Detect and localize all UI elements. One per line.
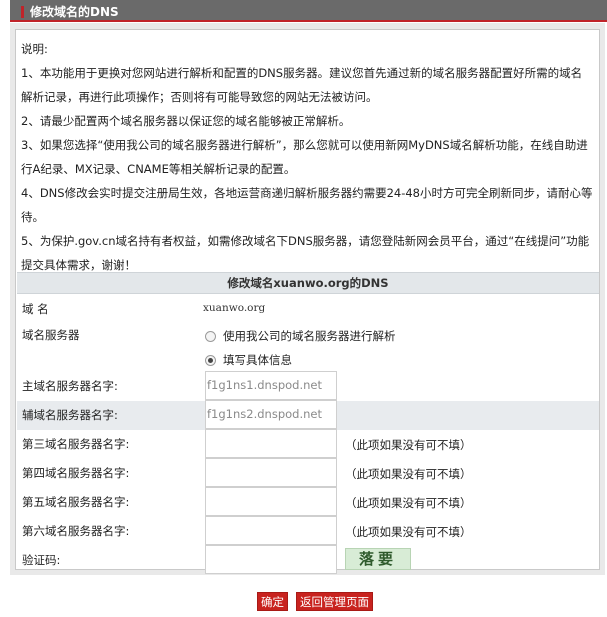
content-frame: 说明: 1、本功能用于更换对您网站进行解析和配置的DNS服务器。建议您首先通过新…: [10, 23, 605, 575]
ns1-label: 主域名服务器名字:: [22, 379, 118, 393]
form-section-title: 修改域名xuanwo.org的DNS: [17, 272, 599, 294]
captcha-row: 验证码: 落要: [17, 545, 599, 575]
ns3-label: 第三域名服务器名字:: [22, 437, 130, 451]
ns6-hint: （此项如果没有可不填）: [345, 525, 472, 539]
ns2-input[interactable]: f1g1ns2.dnspod.net: [205, 400, 337, 429]
ns2-label: 辅域名服务器名字:: [22, 408, 118, 422]
ns5-hint: （此项如果没有可不填）: [345, 496, 472, 510]
panel-header: 修改域名的DNS: [10, 0, 607, 22]
header-marker: [21, 6, 24, 18]
ns3-input[interactable]: [205, 429, 337, 458]
instruction-item: 5、为保护.gov.cn域名持有者权益，如需修改域名下DNS服务器，请您登陆新网…: [21, 234, 590, 272]
ns3-row: 第三域名服务器名字: （此项如果没有可不填）: [17, 429, 599, 459]
captcha-image[interactable]: 落要: [345, 548, 411, 570]
ns6-row: 第六域名服务器名字: （此项如果没有可不填）: [17, 516, 599, 546]
ns6-label: 第六域名服务器名字:: [22, 524, 130, 538]
ns4-row: 第四域名服务器名字: （此项如果没有可不填）: [17, 458, 599, 488]
ns5-label: 第五域名服务器名字:: [22, 495, 130, 509]
ns5-input[interactable]: [205, 487, 337, 516]
ns1-input[interactable]: f1g1ns1.dnspod.net: [205, 371, 337, 400]
ns2-row: 辅域名服务器名字: f1g1ns2.dnspod.net: [17, 400, 599, 430]
ns6-input[interactable]: [205, 516, 337, 545]
domain-value: xuanwo.org: [203, 302, 266, 314]
confirm-button[interactable]: 确定: [257, 592, 288, 611]
instructions: 说明: 1、本功能用于更换对您网站进行解析和配置的DNS服务器。建议您首先通过新…: [21, 37, 593, 277]
radio-button[interactable]: [205, 331, 216, 342]
ns5-row: 第五域名服务器名字: （此项如果没有可不填）: [17, 487, 599, 517]
domain-label: 域 名: [22, 302, 49, 316]
form-panel: 说明: 1、本功能用于更换对您网站进行解析和配置的DNS服务器。建议您首先通过新…: [15, 29, 600, 574]
server-mode-row: 域名服务器 使用我公司的域名服务器进行解析 填写具体信息: [17, 321, 599, 371]
instruction-item: 2、请最少配置两个域名服务器以保证您的域名能够被正常解析。: [21, 114, 351, 128]
back-to-management-button[interactable]: 返回管理页面: [296, 592, 373, 611]
server-mode-label: 域名服务器: [22, 328, 80, 342]
radio-label: 填写具体信息: [223, 353, 292, 367]
ns1-row: 主域名服务器名字: f1g1ns1.dnspod.net: [17, 371, 599, 401]
instruction-item: 3、如果您选择“使用我公司的域名服务器进行解析”，那么您就可以使用新网MyDNS…: [21, 138, 588, 176]
page-title: 修改域名的DNS: [30, 5, 119, 19]
instruction-item: 4、DNS修改会实时提交注册局生效，各地运营商递归解析服务器约需要24-48小时…: [21, 186, 593, 224]
ns4-input[interactable]: [205, 458, 337, 487]
domain-row: 域 名 xuanwo.org: [17, 295, 599, 324]
radio-option-our-dns[interactable]: 使用我公司的域名服务器进行解析: [205, 328, 396, 344]
radio-option-custom[interactable]: 填写具体信息: [205, 352, 292, 368]
ns4-hint: （此项如果没有可不填）: [345, 467, 472, 481]
instruction-item: 1、本功能用于更换对您网站进行解析和配置的DNS服务器。建议您首先通过新的域名服…: [21, 66, 583, 104]
captcha-input[interactable]: [205, 545, 337, 574]
radio-button-checked[interactable]: [205, 355, 216, 366]
radio-label: 使用我公司的域名服务器进行解析: [223, 329, 396, 343]
instructions-heading: 说明:: [21, 42, 48, 56]
ns3-hint: （此项如果没有可不填）: [345, 438, 472, 452]
captcha-label: 验证码:: [22, 553, 61, 567]
ns4-label: 第四域名服务器名字:: [22, 466, 130, 480]
